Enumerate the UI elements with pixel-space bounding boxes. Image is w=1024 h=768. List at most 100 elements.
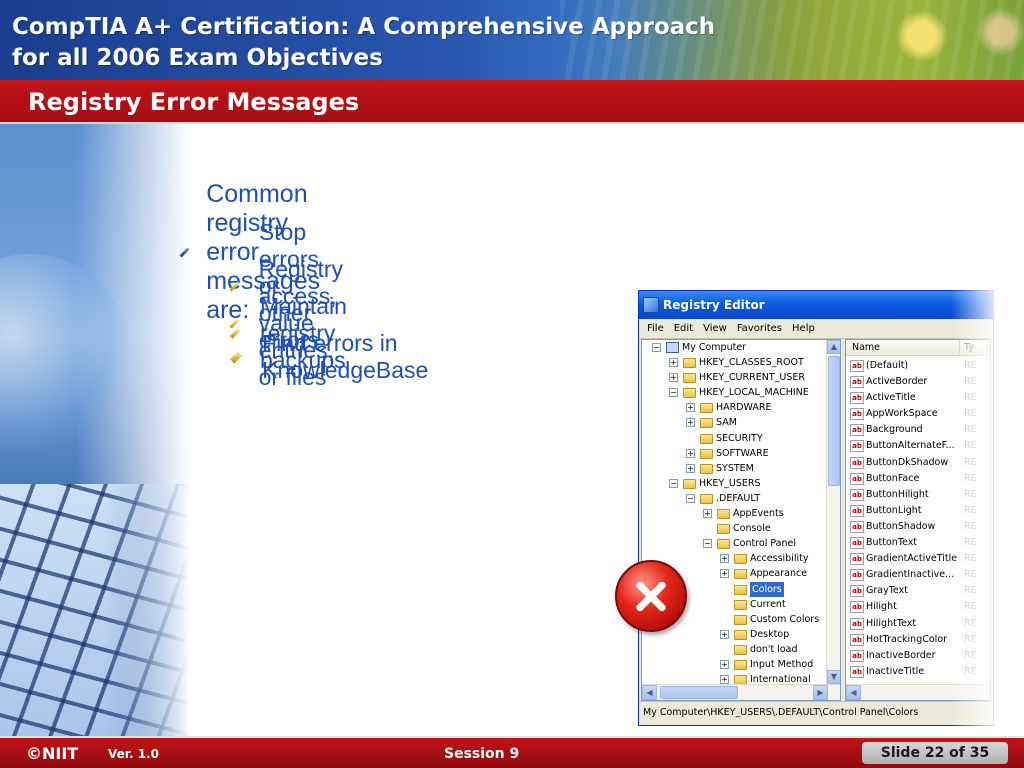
value-row[interactable]: ab ActiveTitle RE	[846, 390, 990, 406]
value-row[interactable]: ab Hilight RE	[846, 599, 990, 615]
expand-plus-icon[interactable]: +	[703, 509, 712, 519]
tree-item[interactable]: + HKEY_CURRENT_USER	[642, 370, 826, 385]
value-name: Background	[866, 424, 923, 436]
expand-plus-icon[interactable]: +	[669, 373, 678, 383]
tree-item[interactable]: + International	[642, 672, 826, 684]
value-row[interactable]: ab ButtonHilight RE	[846, 487, 990, 503]
tree-item[interactable]: − .DEFAULT	[642, 491, 826, 506]
column-header-type[interactable]: Ty	[960, 340, 974, 355]
scroll-left-arrow-icon[interactable]: ◀	[642, 685, 657, 700]
value-row[interactable]: ab InactiveBorder RE	[846, 648, 990, 664]
tree-item-label: .DEFAULT	[716, 492, 761, 504]
tree-item-label: International	[750, 674, 811, 684]
tree-item[interactable]: + SAM	[642, 415, 826, 430]
collapse-minus-icon[interactable]: −	[703, 539, 712, 549]
slide-title-bar: Registry Error Messages	[0, 80, 1024, 124]
value-row[interactable]: ab ButtonAlternateF... RE	[846, 438, 990, 454]
expand-plus-icon[interactable]: +	[720, 554, 729, 564]
collapse-minus-icon[interactable]: −	[686, 493, 695, 503]
value-type: RE	[964, 360, 977, 371]
value-row[interactable]: ab ActiveBorder RE	[846, 374, 990, 390]
scroll-right-arrow-icon[interactable]: ▶	[813, 685, 828, 700]
folder-icon	[683, 388, 696, 399]
value-type: RE	[964, 424, 977, 436]
folder-icon	[734, 599, 747, 610]
menu-edit[interactable]: Edit	[674, 323, 693, 334]
expand-plus-icon[interactable]: +	[686, 463, 695, 473]
value-name: GrayText	[866, 585, 908, 597]
menu-view[interactable]: View	[703, 323, 727, 334]
value-row[interactable]: ab (Default) RE	[846, 358, 990, 374]
value-row[interactable]: ab ButtonFace RE	[846, 471, 990, 487]
value-row[interactable]: ab AppWorkSpace RE	[846, 406, 990, 422]
string-value-icon: ab	[850, 665, 864, 678]
value-type: RE	[964, 504, 977, 516]
values-horizontal-scrollbar[interactable]: ◀	[846, 684, 990, 700]
expand-plus-icon[interactable]: +	[669, 358, 678, 368]
value-row[interactable]: ab HilightText RE	[846, 616, 990, 632]
value-row[interactable]: ab HotTrackingColor RE	[846, 632, 990, 648]
value-row[interactable]: ab GradientInactive... RE	[846, 567, 990, 583]
tree-item[interactable]: − Control Panel	[642, 536, 826, 551]
tree-vertical-scrollbar[interactable]: ▲ ▼	[826, 340, 840, 684]
registry-values-list: Name Ty ab (Default) RE ab ActiveBorder RE ab A…	[845, 339, 991, 701]
scroll-thumb[interactable]	[828, 356, 840, 486]
collapse-minus-icon[interactable]: −	[669, 388, 678, 398]
value-name: ButtonFace	[866, 472, 920, 484]
value-row[interactable]: ab ButtonDkShadow RE	[846, 455, 990, 471]
expand-plus-icon[interactable]: +	[686, 448, 695, 458]
tree-item[interactable]: − My Computer	[642, 340, 826, 355]
value-row[interactable]: ab Background RE	[846, 422, 990, 438]
scroll-thumb[interactable]	[660, 686, 738, 699]
expand-plus-icon[interactable]: +	[720, 629, 729, 639]
tree-item[interactable]: + HKEY_CLASSES_ROOT	[642, 355, 826, 370]
tree-item[interactable]: + Accessibility	[642, 551, 826, 566]
registry-editor-icon	[643, 297, 659, 313]
tree-item-label: Current	[750, 598, 786, 610]
scroll-down-arrow-icon[interactable]: ▼	[827, 670, 840, 684]
value-row[interactable]: ab ButtonText RE	[846, 535, 990, 551]
tree-item[interactable]: SECURITY	[642, 431, 826, 446]
tree-item[interactable]: + AppEvents	[642, 506, 826, 521]
tree-item[interactable]: + SOFTWARE	[642, 446, 826, 461]
value-row[interactable]: ab InactiveTitle RE	[846, 664, 990, 680]
string-value-icon: ab	[850, 553, 864, 566]
expand-plus-icon[interactable]: +	[720, 659, 729, 669]
menu-file[interactable]: File	[647, 323, 664, 334]
value-type: RE	[964, 601, 977, 613]
value-row[interactable]: ab GradientActiveTitle RE	[846, 551, 990, 567]
expand-plus-icon[interactable]: +	[720, 675, 729, 684]
expand-plus-icon[interactable]: +	[686, 418, 695, 428]
string-value-icon: ab	[850, 601, 864, 614]
value-name: ButtonShadow	[866, 520, 936, 532]
tree-item-label: My Computer	[682, 342, 747, 353]
course-title: CompTIA A+ Certification: A Comprehensiv…	[12, 12, 772, 74]
expand-plus-icon[interactable]: +	[720, 569, 729, 579]
tree-item[interactable]: Console	[642, 521, 826, 536]
string-value-icon: ab	[850, 617, 864, 630]
collapse-minus-icon[interactable]: −	[669, 478, 678, 488]
expand-plus-icon[interactable]: +	[686, 403, 695, 413]
tree-item[interactable]: don't load	[642, 642, 826, 657]
value-row[interactable]: ab ButtonShadow RE	[846, 519, 990, 535]
menu-help[interactable]: Help	[792, 323, 815, 334]
scroll-left-arrow-icon[interactable]: ◀	[846, 685, 861, 700]
tree-item[interactable]: + Input Method	[642, 657, 826, 672]
tree-item[interactable]: − HKEY_LOCAL_MACHINE	[642, 385, 826, 400]
collapse-minus-icon[interactable]: −	[652, 343, 661, 352]
tree-item-label: HKEY_USERS	[699, 477, 761, 489]
folder-icon	[734, 554, 747, 565]
value-type: RE	[964, 537, 977, 549]
menu-favorites[interactable]: Favorites	[737, 323, 782, 334]
tree-item[interactable]: + HARDWARE	[642, 400, 826, 415]
tree-item[interactable]: − HKEY_USERS	[642, 476, 826, 491]
session-label: Session 9	[444, 746, 520, 762]
column-header-name[interactable]: Name	[846, 340, 960, 355]
registry-editor-menubar: File Edit View Favorites Help	[639, 319, 993, 339]
tree-horizontal-scrollbar[interactable]: ◀ ▶	[642, 684, 840, 700]
tree-item[interactable]: + Desktop	[642, 627, 826, 642]
tree-item[interactable]: + SYSTEM	[642, 461, 826, 476]
value-row[interactable]: ab GrayText RE	[846, 583, 990, 599]
scroll-up-arrow-icon[interactable]: ▲	[827, 340, 840, 354]
value-row[interactable]: ab ButtonLight RE	[846, 503, 990, 519]
